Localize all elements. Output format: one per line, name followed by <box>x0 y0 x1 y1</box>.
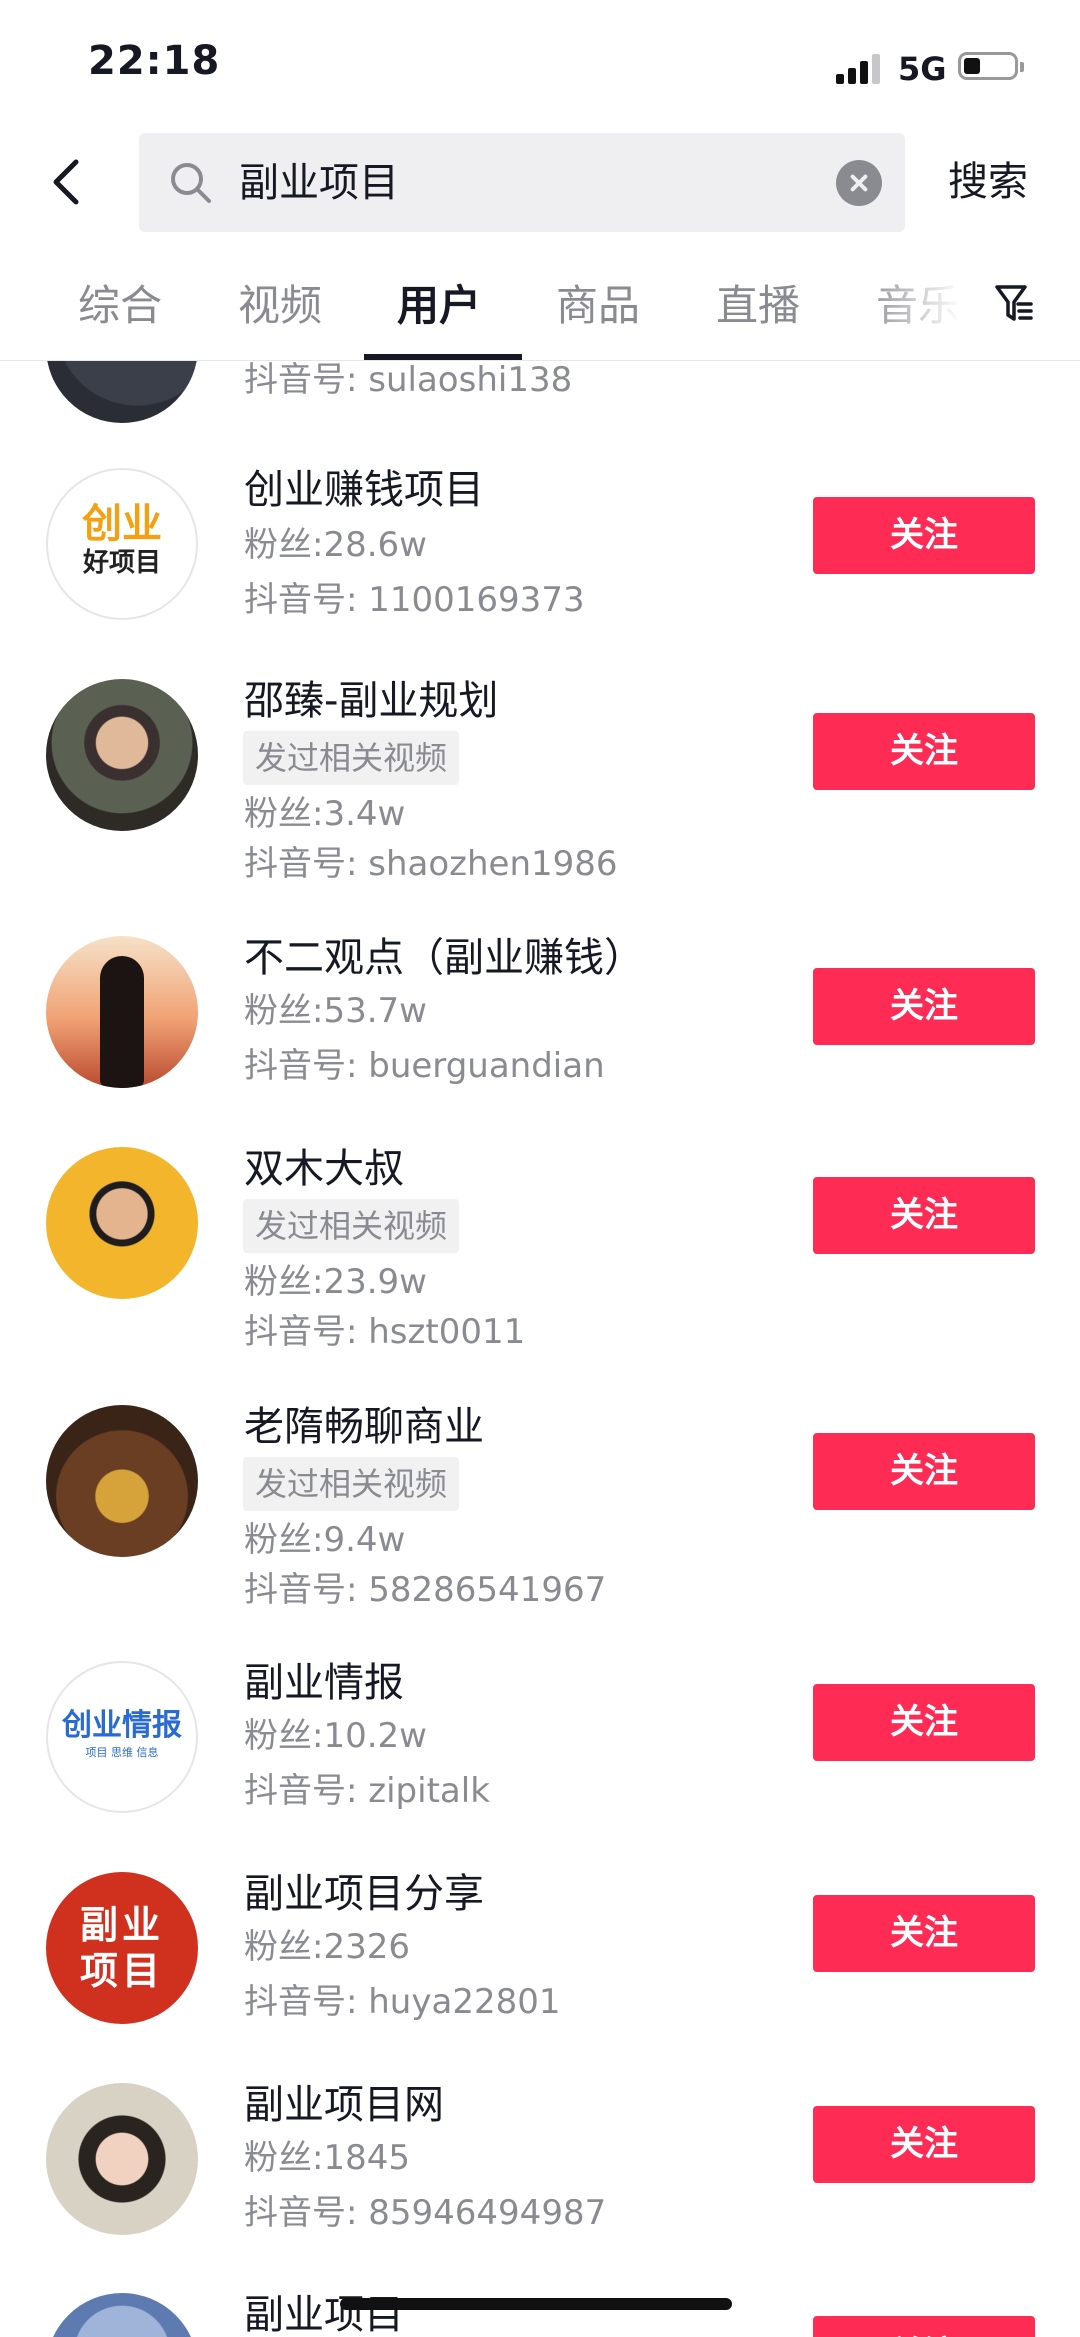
follow-button[interactable]: 关注 <box>813 2106 1035 2183</box>
network-type: 5G <box>898 50 947 88</box>
follow-button[interactable]: 关注 <box>813 497 1035 574</box>
user-name[interactable]: 邵臻-副业规划 <box>244 673 498 729</box>
filter-icon[interactable] <box>994 282 1034 326</box>
tab-products[interactable]: 商品 <box>556 276 640 336</box>
search-input[interactable]: 副业项目 <box>139 133 905 232</box>
back-button[interactable] <box>46 152 90 212</box>
tab-indicator <box>364 354 522 360</box>
status-bar: 22:18 5G <box>0 0 1080 130</box>
search-button[interactable]: 搜索 <box>948 152 1028 212</box>
fans-count: 粉丝:9.4w <box>244 1520 406 1560</box>
fans-count: 粉丝:1845 <box>244 2138 410 2178</box>
douyin-id: 抖音号: sulaoshi138 <box>244 361 573 400</box>
list-item[interactable]: 副业项目网 粉丝:1845 抖音号: 85946494987 关注 <box>0 2082 1080 2243</box>
avatar[interactable]: 副业 项目 <box>46 1872 198 2024</box>
fans-count: 粉丝:53.7w <box>244 991 427 1031</box>
douyin-id: 抖音号: zipitalk <box>244 1771 490 1811</box>
tab-live[interactable]: 直播 <box>716 276 800 336</box>
avatar[interactable] <box>46 936 198 1088</box>
tab-fade <box>860 262 980 352</box>
douyin-id: 抖音号: huya22801 <box>244 1982 561 2022</box>
user-name[interactable]: 不二观点（副业赚钱） <box>244 930 644 986</box>
avatar[interactable] <box>46 1405 198 1557</box>
avatar[interactable] <box>46 2293 198 2337</box>
related-video-badge: 发过相关视频 <box>243 731 460 785</box>
avatar[interactable] <box>46 679 198 831</box>
user-name[interactable]: 副业情报 <box>244 1655 404 1711</box>
follow-button[interactable]: 关注 <box>813 1684 1035 1761</box>
list-item[interactable]: 创业 好项目 创业赚钱项目 粉丝:28.6w 抖音号: 1100169373 关… <box>0 467 1080 628</box>
status-time: 22:18 <box>88 38 221 84</box>
related-video-badge: 发过相关视频 <box>243 1457 460 1511</box>
douyin-id: 抖音号: hszt0011 <box>244 1312 526 1352</box>
fans-count: 粉丝:3.4w <box>244 794 406 834</box>
avatar[interactable]: 创业 好项目 <box>46 468 198 620</box>
douyin-id: 抖音号: shaozhen1986 <box>244 844 618 884</box>
tab-comprehensive[interactable]: 综合 <box>78 276 162 336</box>
follow-button[interactable]: 关注 <box>813 713 1035 790</box>
fans-count: 粉丝:2326 <box>244 1927 410 1967</box>
douyin-id: 抖音号: 1100169373 <box>244 580 585 620</box>
follow-button[interactable]: 关注 <box>813 1177 1035 1254</box>
list-item[interactable]: 邵臻-副业规划 发过相关视频 粉丝:3.4w 抖音号: shaozhen1986… <box>0 678 1080 884</box>
list-item[interactable]: 老隋畅聊商业 发过相关视频 粉丝:9.4w 抖音号: 58286541967 关… <box>0 1404 1080 1610</box>
search-query[interactable]: 副业项目 <box>239 155 399 211</box>
list-item[interactable]: 不二观点（副业赚钱） 粉丝:53.7w 抖音号: buerguandian 关注 <box>0 935 1080 1096</box>
list-item[interactable]: 抖音号: sulaoshi138 <box>0 361 1080 423</box>
avatar[interactable] <box>46 1147 198 1299</box>
follow-button[interactable]: 关注 <box>813 968 1035 1045</box>
tab-videos[interactable]: 视频 <box>238 276 322 336</box>
avatar[interactable] <box>46 361 198 423</box>
user-name[interactable]: 双木大叔 <box>244 1141 404 1197</box>
follow-button[interactable]: 关注 <box>813 1433 1035 1510</box>
tab-users[interactable]: 用户 <box>397 276 481 336</box>
user-name[interactable]: 老隋畅聊商业 <box>244 1399 484 1455</box>
user-name[interactable]: 副业项目分享 <box>244 1866 484 1922</box>
tab-bar: 综合 视频 用户 商品 直播 音乐 <box>0 262 1080 361</box>
follow-button[interactable]: 关注 <box>813 1895 1035 1972</box>
fans-count: 粉丝:23.9w <box>244 1262 427 1302</box>
search-icon <box>171 163 211 203</box>
list-item[interactable]: 创业情报 项目 思维 信息 副业情报 粉丝:10.2w 抖音号: zipital… <box>0 1660 1080 1821</box>
fans-count: 粉丝:28.6w <box>244 525 427 565</box>
douyin-id: 抖音号: buerguandian <box>244 1046 605 1086</box>
douyin-id: 抖音号: 85946494987 <box>244 2193 607 2233</box>
douyin-id: 抖音号: 58286541967 <box>244 1570 607 1610</box>
list-item[interactable]: 副业 项目 副业项目分享 粉丝:2326 抖音号: huya22801 关注 <box>0 1871 1080 2032</box>
clear-icon[interactable] <box>836 160 882 206</box>
fans-count: 粉丝:10.2w <box>244 1716 427 1756</box>
user-name[interactable]: 创业赚钱项目 <box>244 462 484 518</box>
user-list: 抖音号: sulaoshi138 创业 好项目 创业赚钱项目 粉丝:28.6w … <box>0 361 1080 2337</box>
follow-button[interactable]: 关注 <box>813 2316 1035 2337</box>
chevron-left-icon <box>53 159 79 205</box>
home-indicator <box>340 2298 732 2310</box>
avatar[interactable] <box>46 2083 198 2235</box>
related-video-badge: 发过相关视频 <box>243 1199 460 1253</box>
list-item[interactable]: 双木大叔 发过相关视频 粉丝:23.9w 抖音号: hszt0011 关注 <box>0 1146 1080 1352</box>
avatar[interactable]: 创业情报 项目 思维 信息 <box>46 1661 198 1813</box>
user-name[interactable]: 副业项目网 <box>244 2077 444 2133</box>
user-name[interactable]: 副业项目 <box>244 2287 404 2337</box>
battery-icon <box>958 52 1024 80</box>
signal-icon <box>836 52 882 84</box>
